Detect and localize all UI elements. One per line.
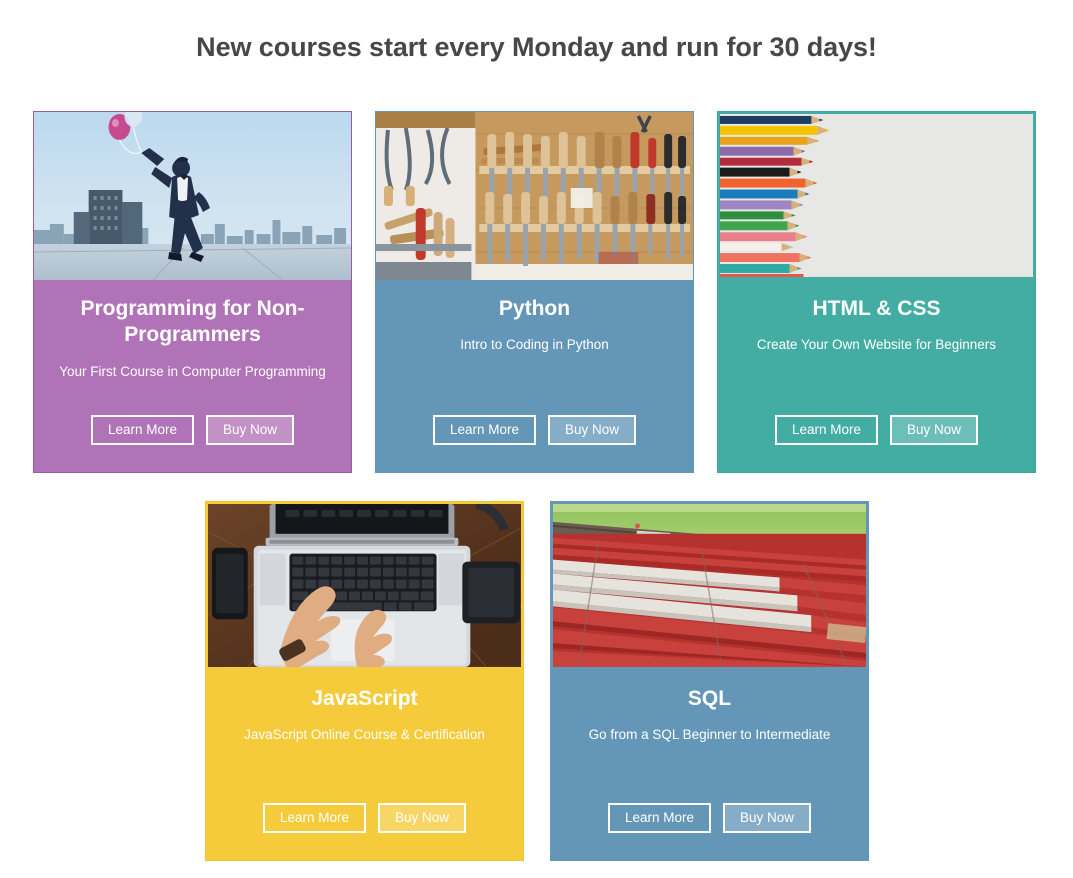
- course-actions: Learn More Buy Now: [718, 414, 1035, 445]
- buy-now-button-programming-for-non-programmers[interactable]: Buy Now: [206, 414, 295, 445]
- learn-more-button-html-css[interactable]: Learn More: [774, 414, 878, 445]
- course-subtitle: Create Your Own Website for Beginners: [756, 337, 997, 353]
- course-subtitle: Go from a SQL Beginner to Intermediate: [588, 727, 831, 743]
- course-image-python: [376, 112, 693, 280]
- course-actions: Learn More Buy Now: [34, 414, 351, 445]
- buy-now-button-sql[interactable]: Buy Now: [723, 802, 812, 833]
- buy-now-button-python[interactable]: Buy Now: [548, 414, 637, 445]
- buy-now-button-html-css[interactable]: Buy Now: [890, 414, 979, 445]
- learn-more-button-sql[interactable]: Learn More: [607, 802, 711, 833]
- course-actions: Learn More Buy Now: [551, 802, 868, 833]
- course-actions: Learn More Buy Now: [206, 802, 523, 833]
- tool-wall-illustration: [376, 112, 693, 280]
- course-subtitle: Intro to Coding in Python: [460, 337, 609, 353]
- course-subtitle: JavaScript Online Course & Certification: [244, 727, 485, 743]
- rooftop-jump-illustration: [34, 112, 351, 280]
- course-actions: Learn More Buy Now: [376, 414, 693, 445]
- learn-more-button-python[interactable]: Learn More: [432, 414, 536, 445]
- course-body-sql: SQL Go from a SQL Beginner to Intermedia…: [551, 670, 868, 860]
- course-body-html-css: HTML & CSS Create Your Own Website for B…: [718, 280, 1035, 472]
- course-title: HTML & CSS: [812, 297, 941, 320]
- learn-more-button-javascript[interactable]: Learn More: [262, 802, 366, 833]
- course-body-javascript: JavaScript JavaScript Online Course & Ce…: [206, 670, 523, 860]
- course-body-programming-for-non-programmers: Programming for Non-Programmers Your Fir…: [34, 280, 351, 472]
- course-catalog-page: New courses start every Monday and run f…: [0, 0, 1073, 878]
- course-title: Programming for Non-Programmers: [80, 297, 305, 347]
- laptop-typing-illustration: [208, 504, 521, 667]
- course-body-python: Python Intro to Coding in Python Learn M…: [376, 280, 693, 472]
- course-image-javascript: [206, 502, 523, 670]
- course-card-sql[interactable]: SQL Go from a SQL Beginner to Intermedia…: [550, 501, 869, 861]
- course-card-python[interactable]: Python Intro to Coding in Python Learn M…: [375, 111, 694, 473]
- course-title: SQL: [687, 687, 732, 710]
- course-image-programming-for-non-programmers: [34, 112, 351, 280]
- stadium-seats-illustration: [553, 504, 866, 667]
- page-title: New courses start every Monday and run f…: [196, 32, 877, 63]
- course-title: Python: [498, 297, 571, 320]
- buy-now-button-javascript[interactable]: Buy Now: [378, 802, 467, 833]
- colored-pencils-illustration: [720, 114, 1033, 277]
- course-card-html-css[interactable]: HTML & CSS Create Your Own Website for B…: [717, 111, 1036, 473]
- course-title: JavaScript: [311, 687, 418, 710]
- course-image-html-css: [718, 112, 1035, 280]
- course-card-programming-for-non-programmers[interactable]: Programming for Non-Programmers Your Fir…: [33, 111, 352, 473]
- course-card-row-top: Programming for Non-Programmers Your Fir…: [33, 111, 1036, 473]
- course-image-sql: [551, 502, 868, 670]
- learn-more-button-programming-for-non-programmers[interactable]: Learn More: [90, 414, 194, 445]
- course-card-row-bottom: JavaScript JavaScript Online Course & Ce…: [205, 501, 869, 861]
- course-card-javascript[interactable]: JavaScript JavaScript Online Course & Ce…: [205, 501, 524, 861]
- course-subtitle: Your First Course in Computer Programmin…: [59, 363, 326, 379]
